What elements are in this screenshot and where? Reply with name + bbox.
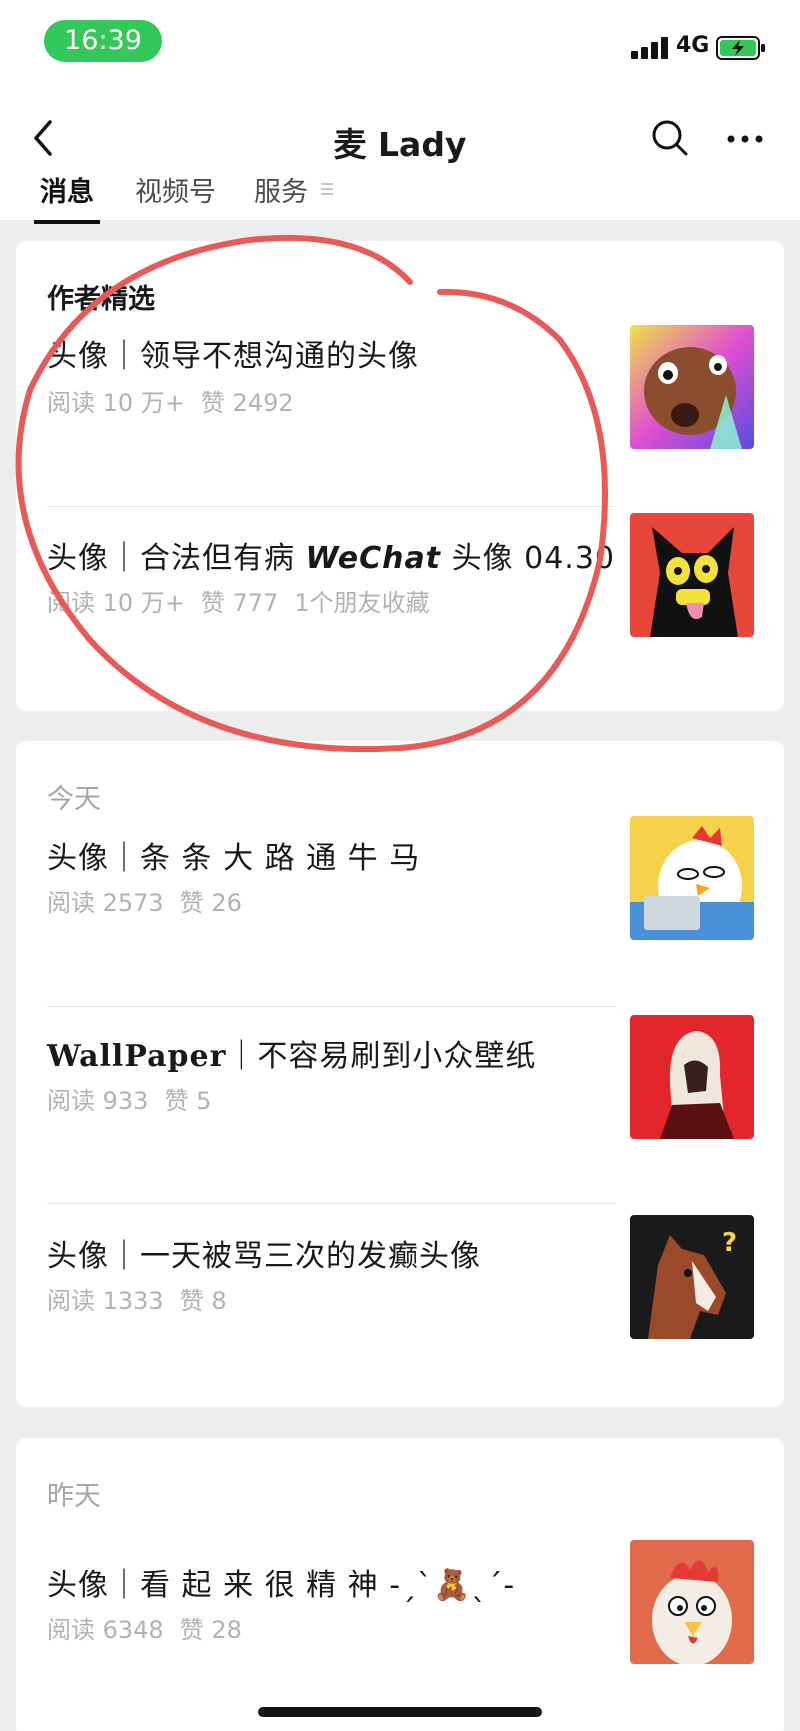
divider — [47, 1006, 615, 1007]
article-title: 头像｜条 条 大 路 通 牛 马 — [47, 841, 421, 876]
article-title: WallPaper｜不容易刷到小众壁纸 — [47, 1031, 536, 1075]
article-thumbnail — [630, 1540, 754, 1664]
signal-icon — [631, 37, 669, 59]
friend-saves: 1个朋友收藏 — [294, 589, 430, 617]
read-count: 阅读 933 — [47, 1087, 149, 1115]
article-item[interactable]: 头像｜合法但有病 WeChat 头像 04.30 阅读 10 万+ 赞 777 1个… — [16, 513, 784, 683]
article-title: 头像｜一天被骂三次的发癫头像 — [47, 1239, 481, 1274]
like-count: 赞 28 — [179, 1616, 242, 1644]
title-brand: WeChat — [305, 541, 442, 576]
search-icon[interactable] — [650, 118, 690, 158]
divider — [47, 1203, 615, 1204]
tab-messages[interactable]: 消息 — [40, 170, 94, 209]
read-count: 阅读 10 万+ — [47, 389, 185, 417]
article-thumbnail — [630, 816, 754, 940]
title-text: 头像｜合法但有病 — [47, 541, 306, 576]
like-count: 赞 2492 — [200, 389, 294, 417]
article-title: 头像｜合法但有病 WeChat 头像 04.30 — [47, 533, 615, 577]
article-meta: 阅读 933 赞 5 — [47, 1081, 227, 1116]
article-meta: 阅读 10 万+ 赞 2492 — [47, 383, 310, 418]
svg-text:?: ? — [722, 1228, 737, 1258]
read-count: 阅读 10 万+ — [47, 589, 185, 617]
tab-underline — [34, 220, 100, 224]
nav-bar: 麦 Lady 消息 视频号 服务 — [0, 88, 800, 224]
article-meta: 阅读 10 万+ 赞 777 1个朋友收藏 — [47, 583, 446, 618]
article-thumbnail — [630, 325, 754, 449]
status-time: 16:39 — [44, 20, 162, 62]
article-meta: 阅读 1333 赞 8 — [47, 1281, 243, 1316]
article-thumbnail: ? — [630, 1215, 754, 1339]
read-count: 阅读 6348 — [47, 1616, 164, 1644]
article-item[interactable]: 头像｜一天被骂三次的发癫头像 阅读 1333 赞 8 ? — [16, 1215, 784, 1381]
article-meta: 阅读 6348 赞 28 — [47, 1610, 258, 1645]
yesterday-card: 昨天 头像｜看 起 来 很 精 神 -ˏˋ🧸ˎˊ- 阅读 6348 赞 28 — [16, 1438, 784, 1731]
title-text: 头像 04.30 — [441, 541, 615, 576]
tab-bar: 消息 视频号 服务 — [0, 170, 800, 218]
status-bar: 16:39 4G — [0, 0, 800, 88]
tab-services[interactable]: 服务 — [254, 170, 308, 209]
article-item[interactable]: WallPaper｜不容易刷到小众壁纸 阅读 933 赞 5 — [16, 1015, 784, 1201]
menu-icon — [321, 183, 333, 195]
article-item[interactable]: 头像｜看 起 来 很 精 神 -ˏˋ🧸ˎˊ- 阅读 6348 赞 28 — [16, 1540, 784, 1710]
article-thumbnail — [630, 513, 754, 637]
article-item[interactable]: 头像｜领导不想沟通的头像 阅读 10 万+ 赞 2492 — [16, 325, 784, 491]
yesterday-heading: 昨天 — [47, 1481, 101, 1512]
article-title: 头像｜看 起 来 很 精 神 -ˏˋ🧸ˎˊ- — [47, 1568, 516, 1603]
title-brand: WallPaper — [47, 1039, 227, 1074]
read-count: 阅读 1333 — [47, 1287, 164, 1315]
divider — [47, 506, 615, 507]
featured-heading: 作者精选 — [47, 284, 155, 315]
battery-icon — [716, 36, 765, 60]
more-icon[interactable] — [725, 132, 765, 146]
like-count: 赞 26 — [179, 889, 242, 917]
tab-channels[interactable]: 视频号 — [135, 170, 216, 209]
home-indicator[interactable] — [258, 1707, 542, 1717]
like-count: 赞 777 — [200, 589, 279, 617]
title-text: ｜不容易刷到小众壁纸 — [226, 1039, 537, 1074]
article-meta: 阅读 2573 赞 26 — [47, 883, 258, 918]
article-item[interactable]: 头像｜条 条 大 路 通 牛 马 阅读 2573 赞 26 — [16, 816, 784, 1003]
article-thumbnail — [630, 1015, 754, 1139]
featured-card: 作者精选 头像｜领导不想沟通的头像 阅读 10 万+ 赞 2492 头像｜合法但有… — [16, 241, 784, 711]
like-count: 赞 8 — [179, 1287, 227, 1315]
read-count: 阅读 2573 — [47, 889, 164, 917]
like-count: 赞 5 — [164, 1087, 212, 1115]
today-heading: 今天 — [47, 784, 101, 815]
network-label: 4G — [676, 33, 710, 58]
article-title: 头像｜领导不想沟通的头像 — [47, 339, 419, 374]
today-card: 今天 头像｜条 条 大 路 通 牛 马 阅读 2573 赞 26 WallPape… — [16, 741, 784, 1407]
